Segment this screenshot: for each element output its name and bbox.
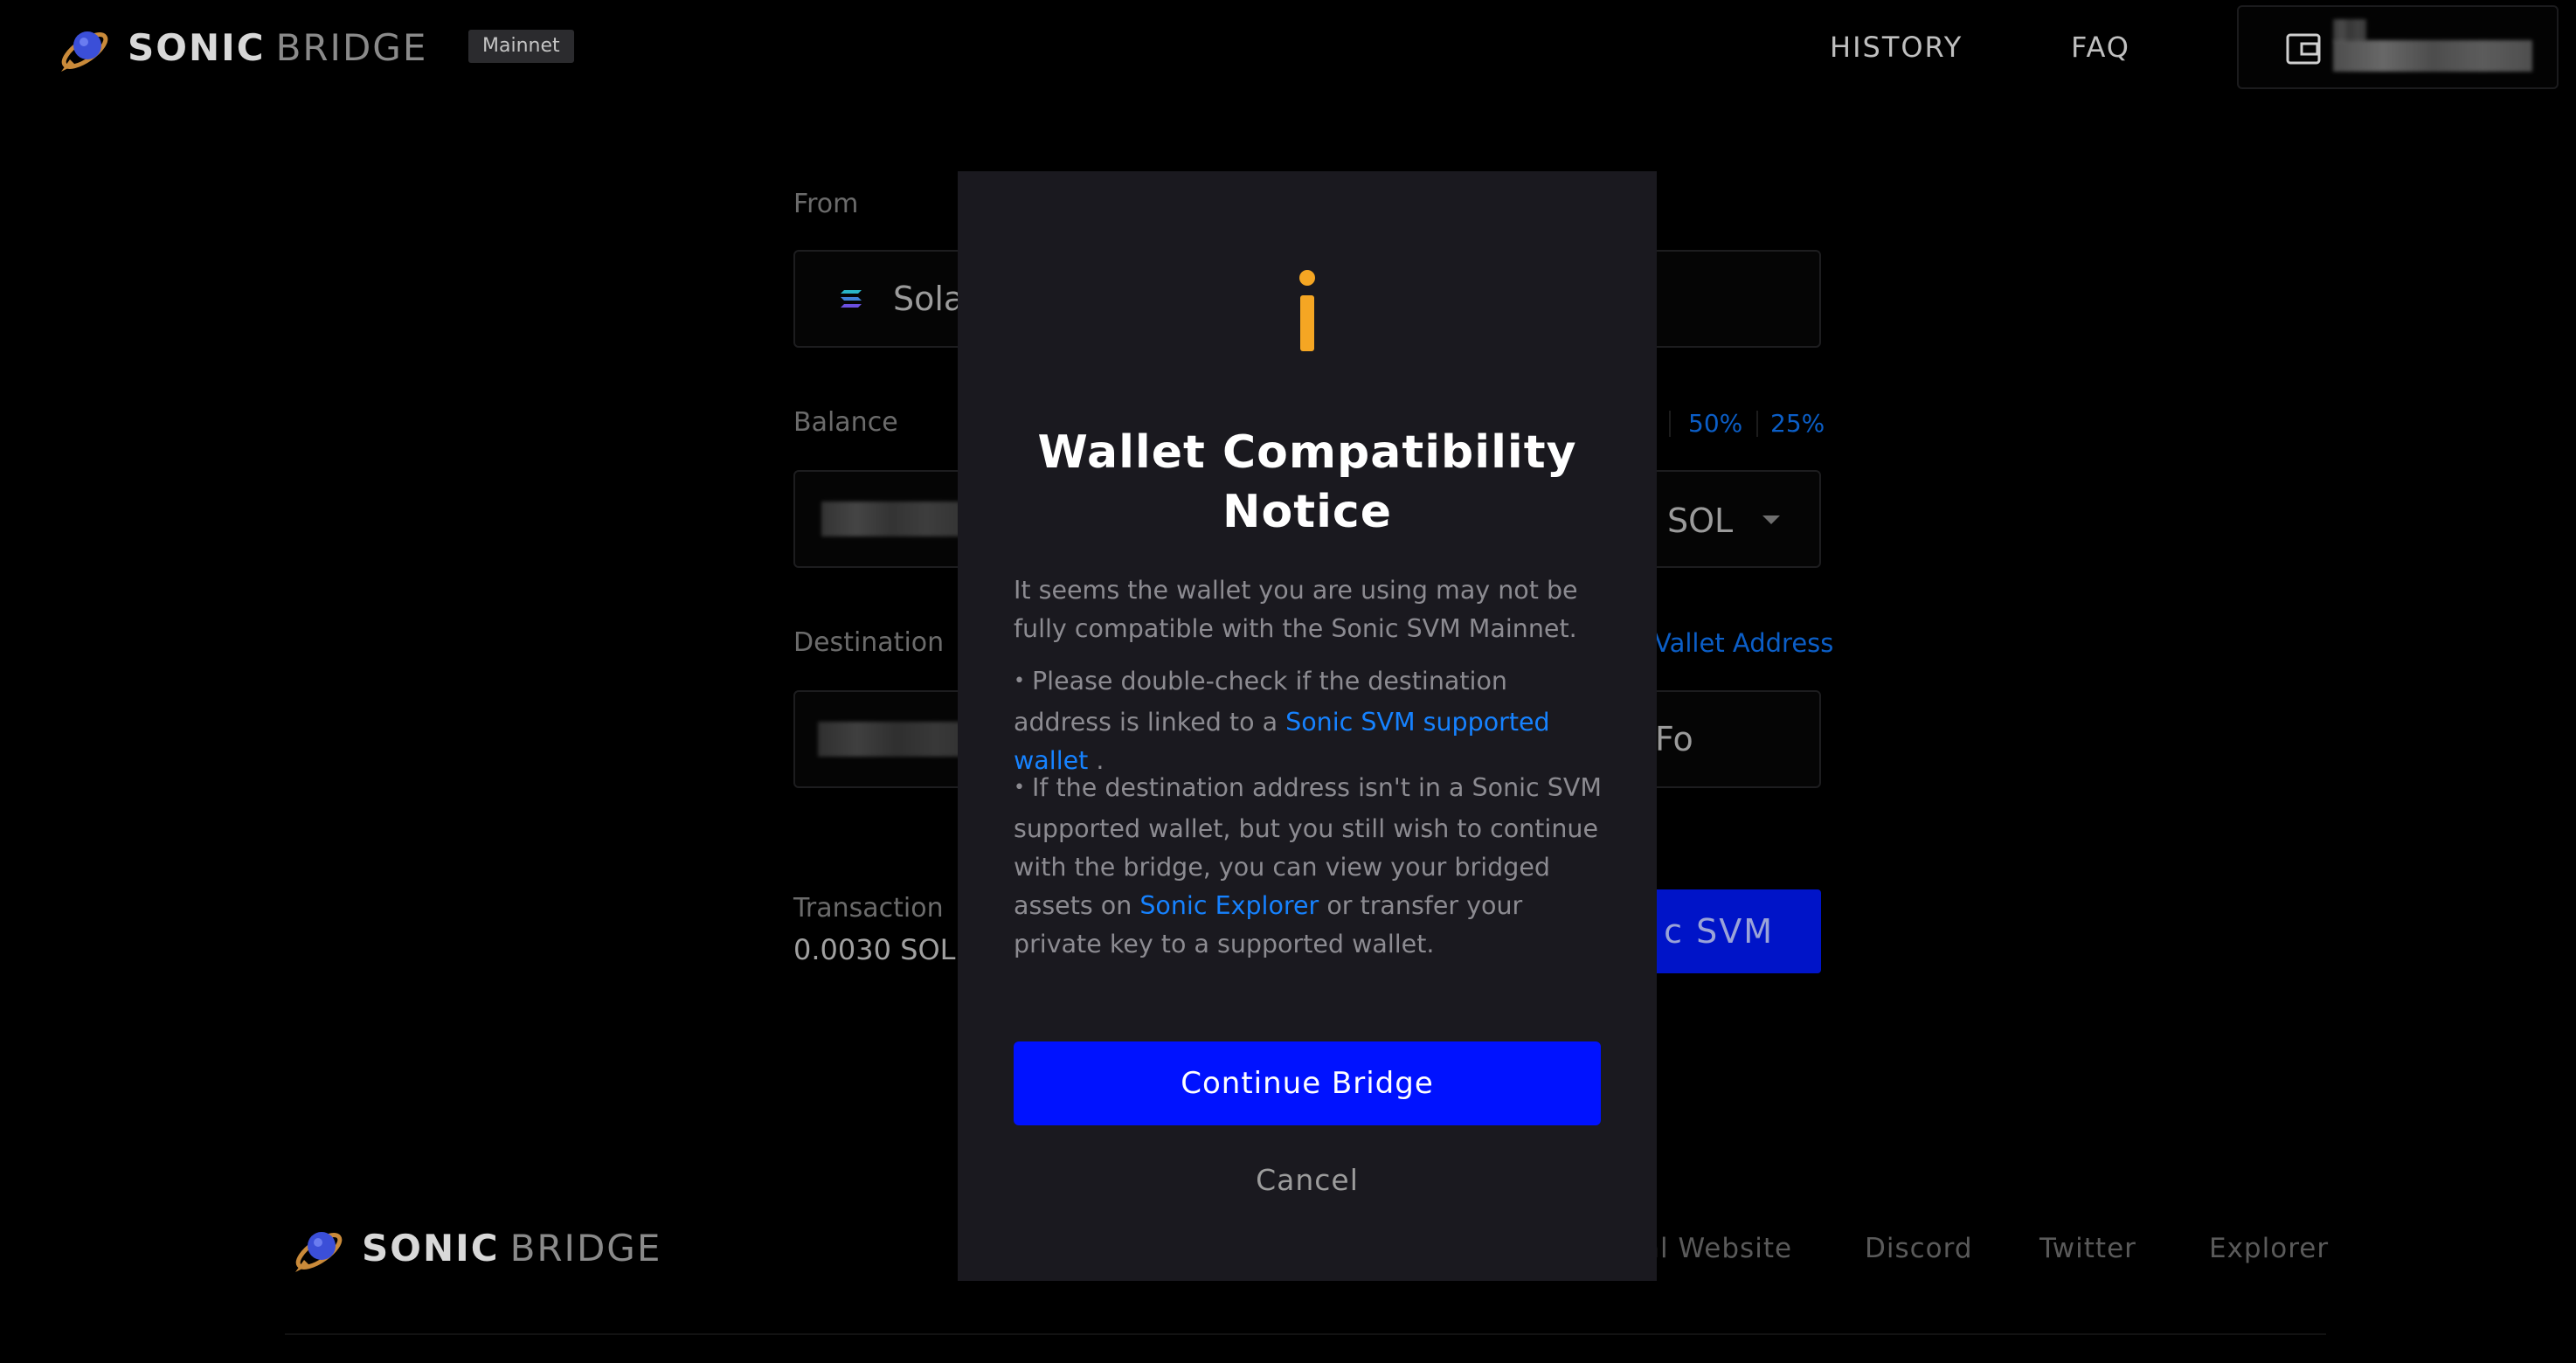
sonic-planet-logo-icon [61, 31, 108, 72]
footer-brand-bold: SONIC [362, 1227, 500, 1270]
sonic-explorer-link[interactable]: Sonic Explorer [1139, 891, 1319, 920]
amount-redacted [821, 502, 961, 536]
network-badge: Mainnet [468, 30, 574, 63]
footer-brand-logo[interactable]: SONIC BRIDGE [292, 1221, 661, 1276]
destination-address-redacted [818, 722, 975, 757]
footer-discord-link[interactable]: Discord [1865, 1232, 1973, 1265]
bullet-dot: • [1014, 670, 1025, 692]
token-symbol: SOL [1667, 502, 1734, 540]
modal-intro-text: It seems the wallet you are using may no… [1014, 576, 1578, 643]
pct-25-button[interactable]: 25% [1770, 409, 1825, 439]
wallet-address-link[interactable]: Vallet Address [1654, 627, 1833, 659]
balance-label: Balance [793, 407, 898, 438]
modal-bullet-1: • Please double-check if the destination … [1014, 662, 1604, 780]
wallet-compatibility-modal: Wallet Compatibility Notice It seems the… [958, 171, 1657, 1281]
wallet-connect-button[interactable] [2237, 5, 2559, 89]
brand-light: BRIDGE [275, 26, 428, 69]
top-header: SONIC BRIDGE Mainnet HISTORY FAQ [0, 0, 2576, 96]
cancel-button[interactable]: Cancel [958, 1162, 1657, 1199]
wallet-avatar-redacted [2333, 19, 2366, 42]
destination-address-tail: Fo [1655, 720, 1693, 758]
footer-brand-light: BRIDGE [509, 1227, 662, 1270]
sonic-planet-logo-icon [295, 1232, 343, 1272]
footer-website-link[interactable]: al Website [1643, 1232, 1792, 1265]
info-icon [1299, 270, 1315, 351]
solana-icon [841, 290, 862, 308]
wallet-icon [2286, 33, 2321, 65]
pct-divider [1669, 411, 1671, 437]
modal-title: Wallet Compatibility Notice [958, 423, 1657, 542]
modal-bullet-2: • If the destination address isn't in a S… [1014, 769, 1604, 964]
destination-label: Destination [793, 627, 945, 658]
wallet-address-redacted [2333, 40, 2532, 72]
footer-explorer-link[interactable]: Explorer [2209, 1232, 2329, 1265]
fee-value: 0.0030 SOL [793, 933, 956, 966]
bridge-submit-button[interactable]: c SVM [1652, 889, 1821, 973]
nav-history-link[interactable]: HISTORY [1830, 30, 1963, 65]
from-label: From [793, 189, 859, 219]
modal-title-line2: Notice [1222, 486, 1393, 538]
pct-divider [1756, 411, 1758, 437]
from-chain-name: Sola [893, 280, 965, 318]
footer-divider [285, 1333, 2326, 1335]
footer-twitter-link[interactable]: Twitter [2039, 1232, 2136, 1265]
brand-logo[interactable]: SONIC BRIDGE [58, 21, 427, 75]
fee-label: Transaction [793, 893, 944, 924]
brand-wordmark: SONIC BRIDGE [128, 30, 427, 66]
footer-brand-wordmark: SONIC BRIDGE [362, 1230, 661, 1267]
chevron-down-icon[interactable] [1762, 514, 1781, 526]
continue-bridge-button[interactable]: Continue Bridge [1014, 1041, 1601, 1125]
nav-faq-link[interactable]: FAQ [2071, 30, 2130, 65]
bullet-dot: • [1014, 777, 1025, 799]
brand-bold: SONIC [128, 26, 266, 69]
pct-50-button[interactable]: 50% [1688, 409, 1742, 439]
modal-title-line1: Wallet Compatibility [1037, 426, 1577, 479]
